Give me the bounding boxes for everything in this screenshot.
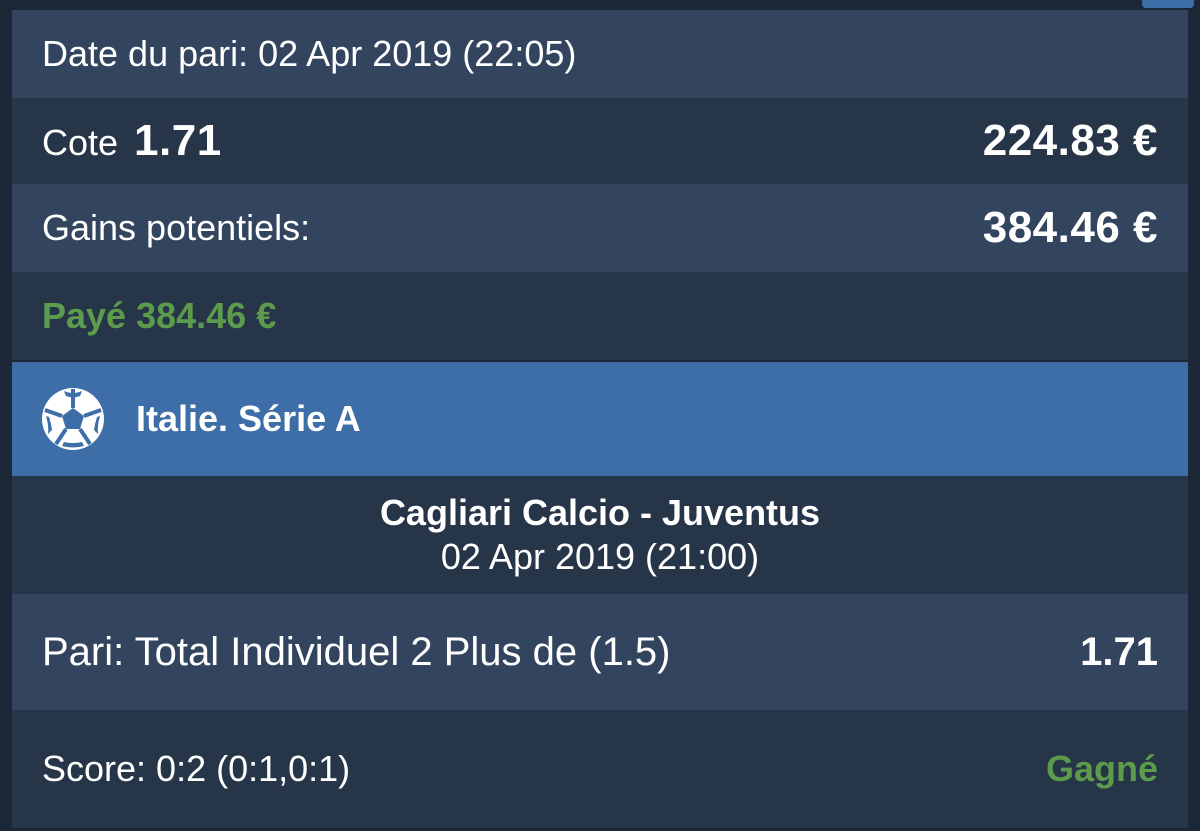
score-text: Score: 0:2 (0:1,0:1) <box>42 748 351 789</box>
stake-amount: 224.83 € <box>982 116 1158 165</box>
odds-value: 1.71 <box>134 116 222 165</box>
odds-stake-row: Cote 1.71 224.83 € <box>12 98 1188 184</box>
bet-date-text: Date du pari: 02 Apr 2019 (22:05) <box>42 33 577 74</box>
league-header[interactable]: Italie. Série A <box>12 362 1188 476</box>
odds-group: Cote 1.71 <box>42 116 222 166</box>
potential-gains-value: 384.46 € <box>982 203 1158 252</box>
odds-label: Cote <box>42 122 119 163</box>
soccer-ball-icon <box>40 386 106 452</box>
result-row: Score: 0:2 (0:1,0:1) Gagné <box>12 710 1188 828</box>
potential-gains-label: Gains potentiels: <box>42 207 311 248</box>
potential-gains-row: Gains potentiels: 384.46 € <box>12 184 1188 272</box>
paid-amount: Payé 384.46 € <box>42 295 277 336</box>
league-name: Italie. Série A <box>136 398 361 439</box>
selection-row: Pari: Total Individuel 2 Plus de (1.5) 1… <box>12 594 1188 710</box>
selection-odds: 1.71 <box>1080 629 1158 674</box>
bet-date-row: Date du pari: 02 Apr 2019 (22:05) <box>12 10 1188 98</box>
match-date: 02 Apr 2019 (21:00) <box>440 536 760 577</box>
top-tab-indicator <box>1142 0 1194 8</box>
match-info: Cagliari Calcio - Juventus 02 Apr 2019 (… <box>12 476 1188 594</box>
selection-label: Pari: Total Individuel 2 Plus de (1.5) <box>42 630 671 674</box>
paid-row: Payé 384.46 € <box>12 272 1188 360</box>
match-teams: Cagliari Calcio - Juventus <box>379 492 821 533</box>
status-badge: Gagné <box>1045 748 1158 789</box>
